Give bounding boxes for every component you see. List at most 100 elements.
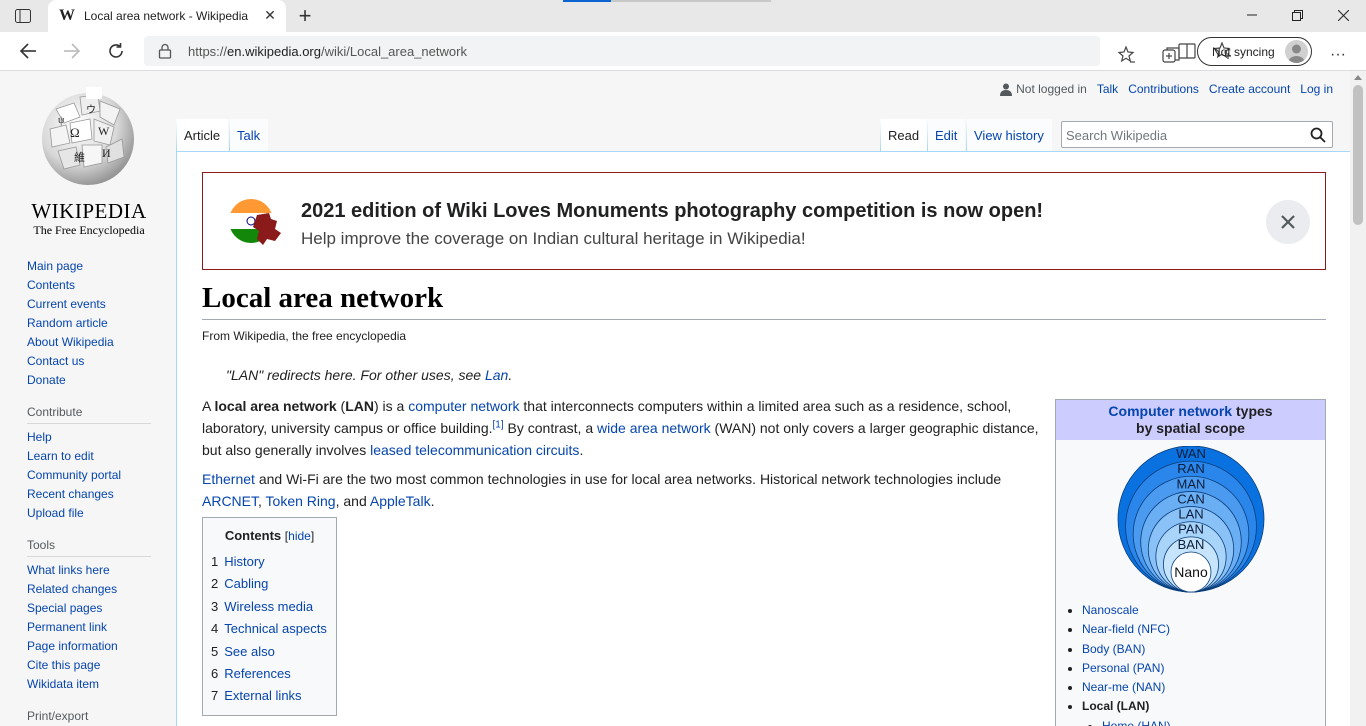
sidebar-item-community-portal[interactable]: Community portal [27,466,151,485]
profile-sync-button[interactable]: Not syncing [1197,37,1312,66]
sidebar-heading-print-export[interactable]: Print/export [27,709,151,726]
link-arcnet[interactable]: ARCNET [202,493,258,509]
close-window-icon[interactable] [1320,0,1366,30]
tab-read[interactable]: Read [880,119,928,151]
toc-link-external-links[interactable]: External links [224,688,301,703]
minimize-icon[interactable] [1229,0,1275,30]
infobox-link[interactable]: Home (HAN) [1102,719,1171,726]
user-talk-link[interactable]: Talk [1097,82,1118,96]
infobox-link[interactable]: Near-field (NFC) [1082,622,1170,636]
link-leased-circuits[interactable]: leased telecommunication circuits [370,442,579,458]
sidebar-item-donate[interactable]: Donate [27,371,151,390]
create-account-link[interactable]: Create account [1209,82,1290,96]
toc-item[interactable]: 5 See also [211,641,328,663]
sidebar-item-about-wikipedia[interactable]: About Wikipedia [27,333,151,352]
infobox-title-link[interactable]: Computer network [1108,403,1232,419]
sidebar-item-random-article[interactable]: Random article [27,314,151,333]
sidebar-item-wikidata-item[interactable]: Wikidata item [27,675,151,694]
sidebar-item-help[interactable]: Help [27,428,151,447]
toc-hide-link[interactable]: hide [288,529,311,543]
infobox-link[interactable]: Personal (PAN) [1082,661,1164,675]
scroll-up-icon[interactable] [1354,75,1362,80]
toc-item[interactable]: 6 References [211,663,328,685]
browser-tab[interactable]: W Local area network - Wikipedia ✕ [48,0,286,32]
infobox-item-nanoscale[interactable]: Nanoscale [1082,601,1171,620]
new-tab-icon[interactable]: + [292,4,318,28]
tab-actions-icon[interactable] [12,6,34,26]
toc-item[interactable]: 7 External links [211,685,328,707]
toc-item[interactable]: 1 History [211,551,328,573]
infobox-link[interactable]: Near-me (NAN) [1082,680,1165,694]
scroll-thumb[interactable] [1353,85,1363,225]
toc-item[interactable]: 2 Cabling [211,573,328,595]
sidebar-item-permanent-link[interactable]: Permanent link [27,618,151,637]
tab-article[interactable]: Article [176,119,229,151]
infobox-link[interactable]: Body (BAN) [1082,642,1145,656]
sidebar-item-cite-this-page[interactable]: Cite this page [27,656,151,675]
toc-hide-toggle[interactable]: [hide] [285,529,314,543]
toc-item[interactable]: 4 Technical aspects [211,618,328,640]
restore-icon[interactable] [1274,0,1320,30]
not-logged-in-label: Not logged in [1016,82,1087,96]
search-input[interactable] [1066,126,1302,144]
collections-icon[interactable] [1160,44,1182,66]
link-wide-area-network[interactable]: wide area network [597,420,711,436]
network-scope-diagram[interactable]: WANRANMANCANLANPANBAN Nano [1116,446,1266,596]
sidebar-item-current-events[interactable]: Current events [27,295,151,314]
banner-subline[interactable]: Help improve the coverage on Indian cult… [301,229,806,249]
sidebar-item-special-pages[interactable]: Special pages [27,599,151,618]
tab-view-history[interactable]: View history [966,119,1052,151]
tab-edit[interactable]: Edit [927,119,966,151]
back-arrow-icon[interactable] [16,40,40,62]
forward-arrow-icon[interactable] [60,40,84,62]
central-notice-banner[interactable]: 2021 edition of Wiki Loves Monuments pho… [202,172,1326,270]
toc-link-cabling[interactable]: Cabling [224,576,268,591]
toc-link-references[interactable]: References [224,666,290,681]
tab-talk[interactable]: Talk [229,119,269,151]
banner-close-button[interactable] [1266,200,1310,244]
toc-link-technical-aspects[interactable]: Technical aspects [224,621,327,636]
svg-text:ウ: ウ [86,104,96,116]
link-token-ring[interactable]: Token Ring [266,493,336,509]
log-in-link[interactable]: Log in [1300,82,1333,96]
toc-link-see-also[interactable]: See also [224,644,275,659]
toc-item[interactable]: 3 Wireless media [211,596,328,618]
toc-link-history[interactable]: History [224,554,264,569]
sidebar-item-contents[interactable]: Contents [27,276,151,295]
contributions-link[interactable]: Contributions [1128,82,1199,96]
infobox-item-near-field-nfc[interactable]: Near-field (NFC) [1082,620,1171,639]
infobox-item-personal-pan[interactable]: Personal (PAN) [1082,659,1171,678]
toc-link-wireless-media[interactable]: Wireless media [224,599,313,614]
scope-label-wan: WAN [1176,446,1206,461]
sidebar-item-learn-to-edit[interactable]: Learn to edit [27,447,151,466]
infobox-item-home-han[interactable]: Home (HAN) [1102,717,1171,726]
infobox-link[interactable]: Nanoscale [1082,603,1139,617]
sidebar-item-what-links-here[interactable]: What links here [27,561,151,580]
more-options-icon[interactable]: ··· [1326,44,1350,66]
banner-headline[interactable]: 2021 edition of Wiki Loves Monuments pho… [301,200,1043,223]
link-computer-network[interactable]: computer network [408,398,519,414]
sidebar-item-main-page[interactable]: Main page [27,257,151,276]
sidebar-item-related-changes[interactable]: Related changes [27,580,151,599]
hatnote-link-lan[interactable]: Lan [485,367,508,383]
sidebar-item-recent-changes[interactable]: Recent changes [27,485,151,504]
reference-1[interactable]: [1] [493,419,504,430]
link-appletalk[interactable]: AppleTalk [370,493,431,509]
address-bar[interactable]: https://en.wikipedia.org/wiki/Local_area… [144,36,1231,66]
favorites-icon[interactable] [1116,44,1138,66]
sidebar-item-contact-us[interactable]: Contact us [27,352,151,371]
reload-icon[interactable] [104,40,128,62]
lock-icon[interactable] [158,43,172,59]
link-ethernet[interactable]: Ethernet [202,471,255,487]
infobox-item-near-me-nan[interactable]: Near-me (NAN) [1082,678,1171,697]
close-tab-icon[interactable]: ✕ [262,7,278,23]
wikipedia-logo[interactable]: Ω W И 維 ψ ウ WIKIPEDIA The Free Encyclope… [30,83,148,237]
sidebar-item-page-information[interactable]: Page information [27,637,151,656]
svg-text:W: W [98,124,110,138]
infobox-item-body-ban[interactable]: Body (BAN) [1082,640,1171,659]
sidebar-item-upload-file[interactable]: Upload file [27,504,151,523]
url-text[interactable]: https://en.wikipedia.org/wiki/Local_area… [188,44,467,59]
search-icon[interactable] [1310,127,1326,143]
toc-number: 1 [211,554,219,569]
page-scrollbar[interactable] [1350,71,1366,726]
